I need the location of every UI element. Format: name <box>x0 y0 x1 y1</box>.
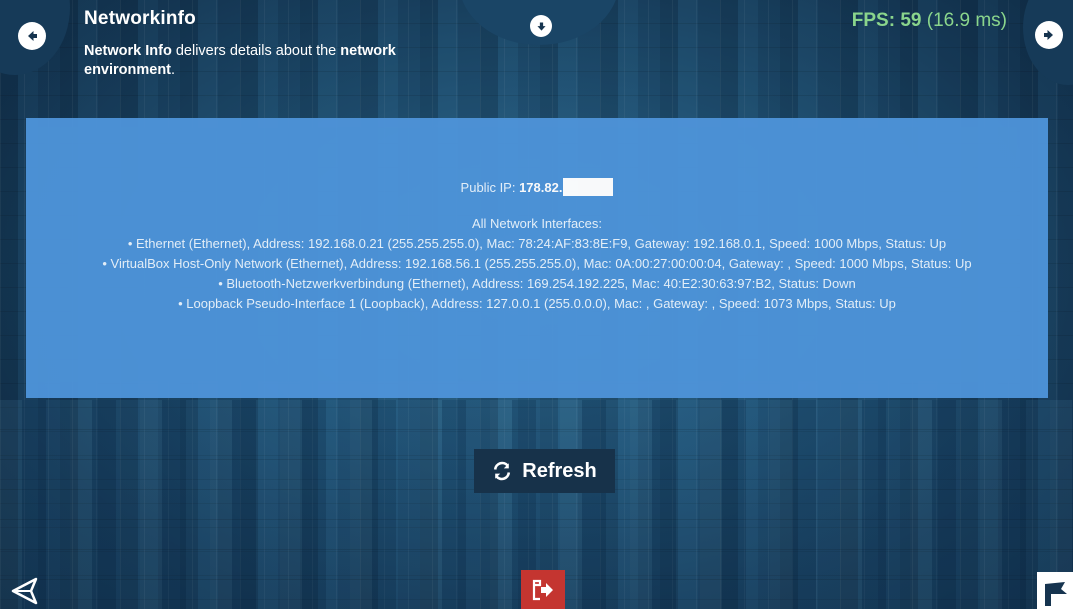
interface-line: • Loopback Pseudo-Interface 1 (Loopback)… <box>178 296 896 311</box>
description-end: . <box>171 62 176 78</box>
public-ip-label: Public IP: <box>460 180 520 195</box>
arrow-right-circle-icon <box>1044 30 1053 40</box>
refresh-button[interactable]: Refresh <box>474 449 615 493</box>
next-button[interactable] <box>1035 21 1063 49</box>
description-strong-1: Network Info <box>84 43 172 59</box>
refresh-icon <box>494 461 511 481</box>
public-ip-line: Public IP: 178.82. <box>26 178 1048 198</box>
interface-line: • Ethernet (Ethernet), Address: 192.168.… <box>127 236 947 251</box>
unity-logo-icon[interactable] <box>10 576 40 606</box>
public-ip-value: 178.82. <box>519 180 563 195</box>
arrow-down-circle-icon <box>536 21 546 31</box>
flag-logo-button[interactable] <box>1037 572 1073 609</box>
app-window: Networkinfo Network Info delivers detail… <box>0 0 1073 609</box>
page-description: Network Info delivers details about the … <box>84 42 444 80</box>
page-title: Networkinfo <box>84 8 196 29</box>
network-info-content: Public IP: 178.82. All Network Interface… <box>26 178 1048 314</box>
refresh-label: Refresh <box>522 459 597 482</box>
frame-time: (16.9 ms) <box>926 10 1007 31</box>
fps-counter: FPS: 59 (16.9 ms) <box>852 10 1007 32</box>
fps-value: FPS: 59 <box>851 10 922 31</box>
flag-logo-icon <box>1045 582 1067 606</box>
interfaces-heading: All Network Interfaces: <box>471 216 603 231</box>
network-info-panel: Public IP: 178.82. All Network Interface… <box>26 118 1048 398</box>
exit-button[interactable] <box>521 570 565 609</box>
exit-icon <box>532 579 553 601</box>
previous-button[interactable] <box>18 22 46 50</box>
toggle-info-button[interactable] <box>530 15 552 37</box>
interface-line: • Bluetooth-Netzwerkverbindung (Ethernet… <box>218 276 856 291</box>
arrow-left-circle-icon <box>28 31 37 41</box>
interface-line: • VirtualBox Host-Only Network (Ethernet… <box>102 256 972 271</box>
redacted-block <box>563 178 614 196</box>
description-text: delivers details about the <box>171 43 341 59</box>
